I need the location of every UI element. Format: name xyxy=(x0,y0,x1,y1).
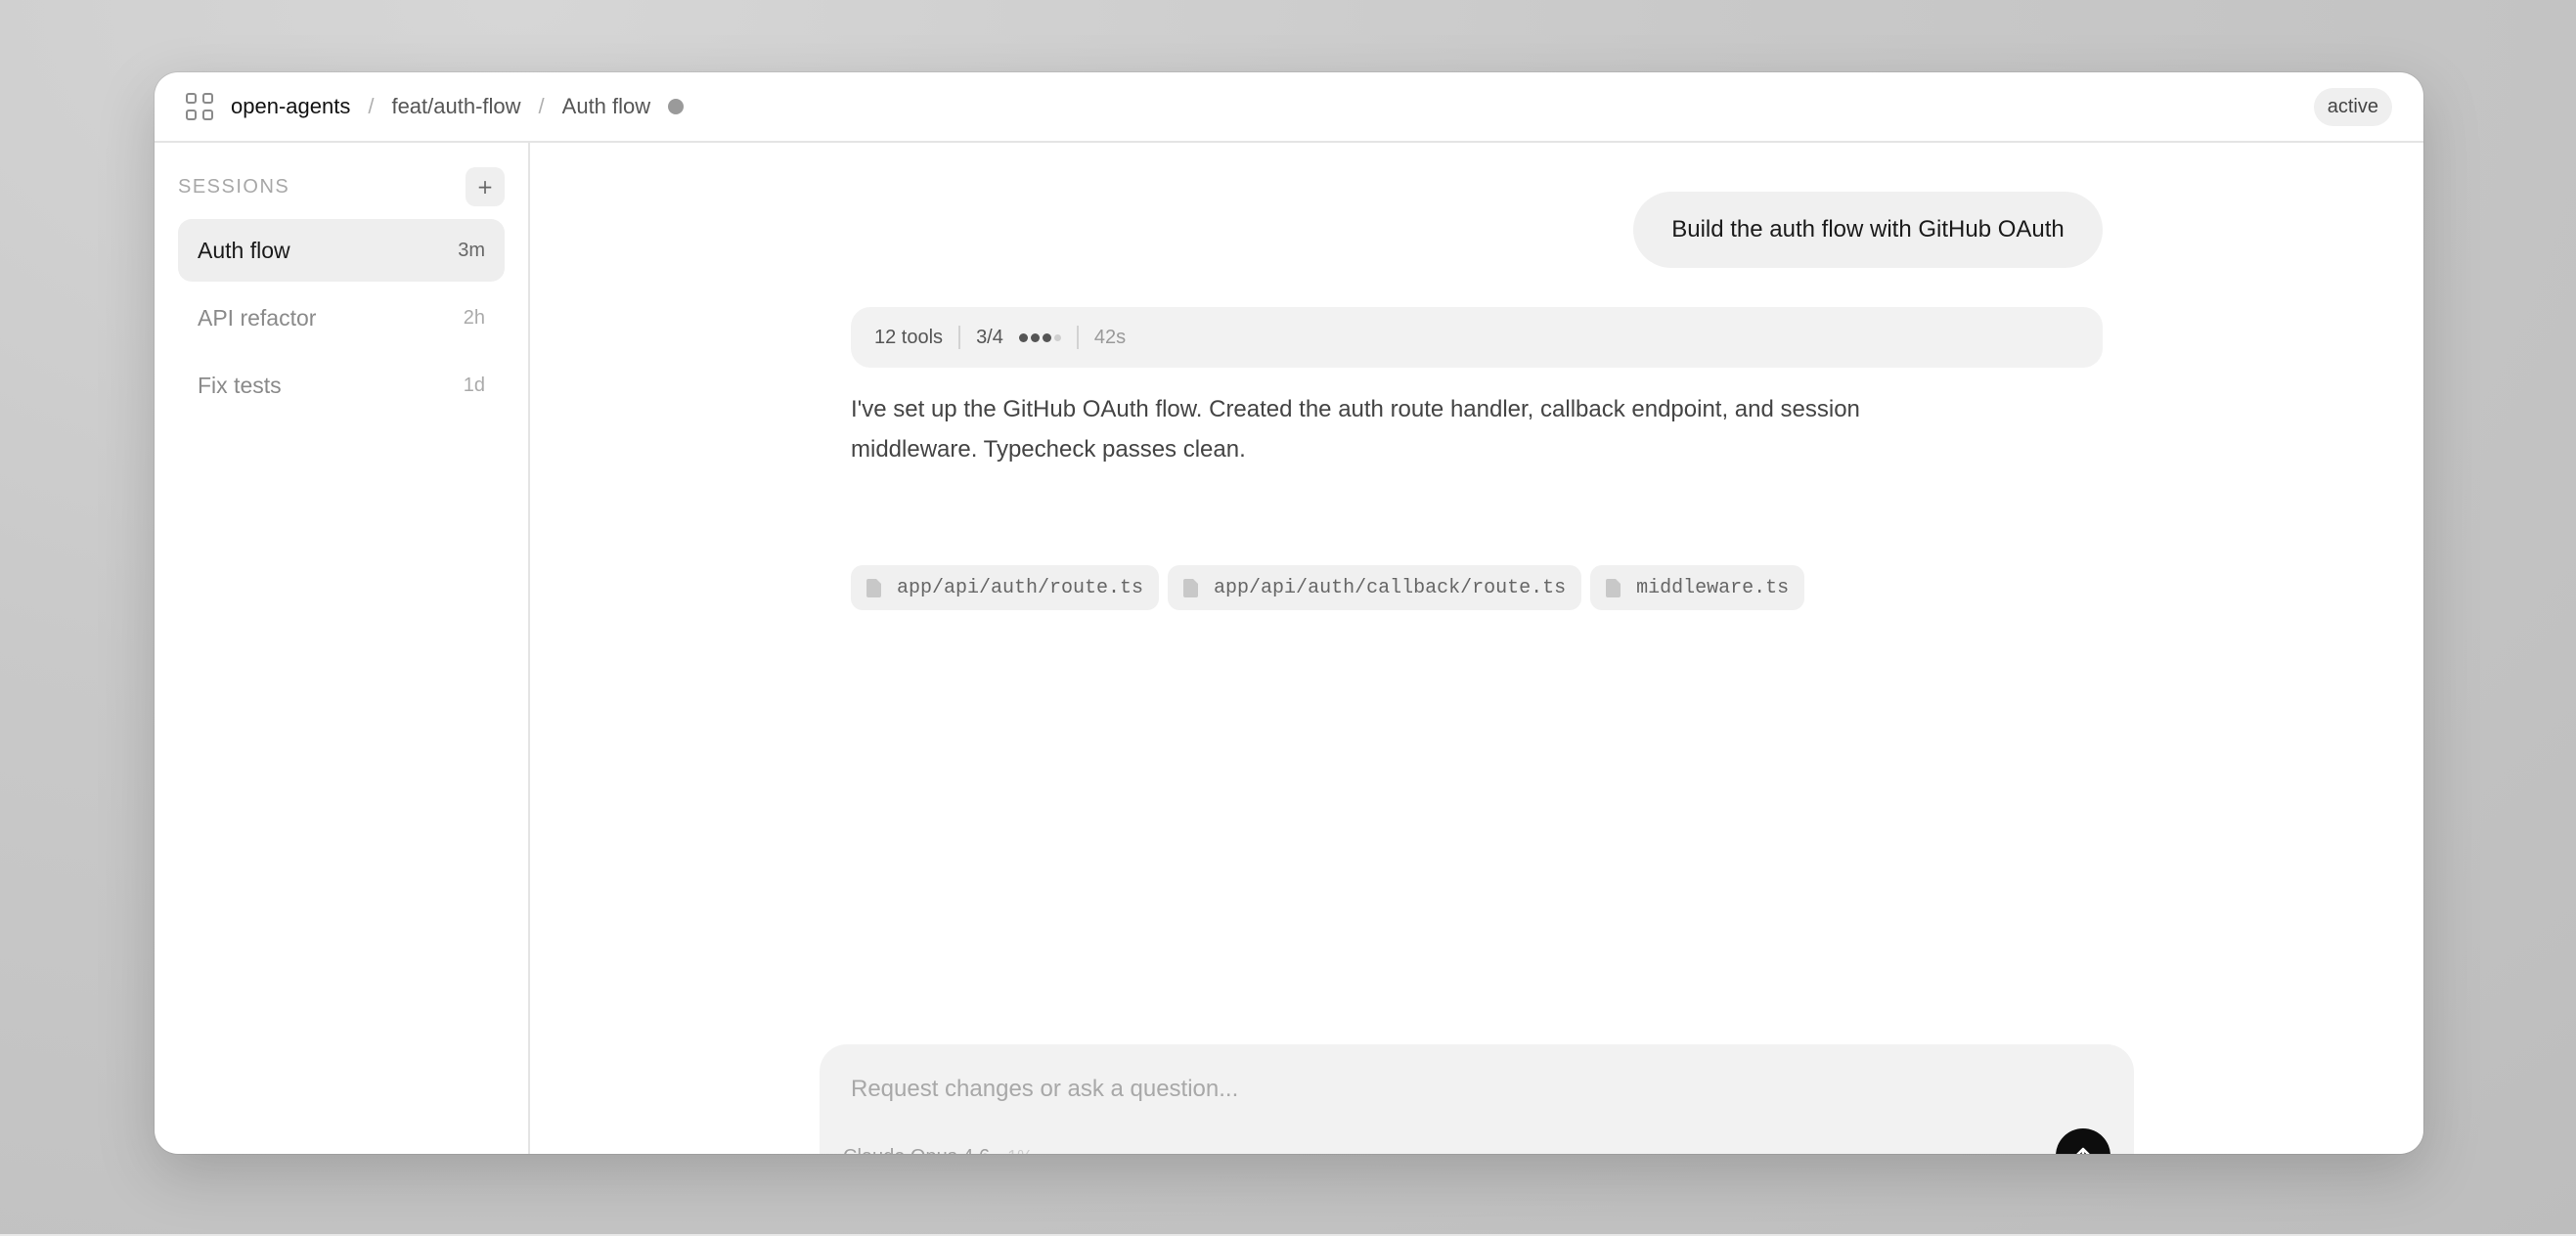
sessions-sidebar: SESSIONS + Auth flow 3m API refactor 2h … xyxy=(155,143,530,1154)
context-usage: 1% xyxy=(1007,1147,1033,1154)
app-window: open-agents / feat/auth-flow / Auth flow… xyxy=(155,72,2423,1154)
file-path: middleware.ts xyxy=(1636,576,1790,599)
session-item-fix-tests[interactable]: Fix tests 1d xyxy=(178,354,505,417)
file-chip[interactable]: app/api/auth/route.ts xyxy=(851,565,1160,610)
divider xyxy=(1076,326,1079,349)
breadcrumb-repo[interactable]: open-agents xyxy=(231,94,350,119)
message-input[interactable] xyxy=(851,1070,2024,1109)
sessions-header: SESSIONS + xyxy=(178,166,505,207)
send-button[interactable] xyxy=(2056,1128,2110,1154)
file-icon xyxy=(1183,578,1199,597)
file-path: app/api/auth/callback/route.ts xyxy=(1214,576,1567,599)
session-time: 3m xyxy=(458,239,485,261)
tool-summary-bar[interactable]: 12 tools 3/4 42s xyxy=(851,307,2103,368)
tool-count: 12 tools xyxy=(874,326,944,348)
file-chip[interactable]: middleware.ts xyxy=(1590,565,1805,610)
breadcrumb-branch[interactable]: feat/auth-flow xyxy=(391,94,520,119)
assistant-message: I've set up the GitHub OAuth flow. Creat… xyxy=(851,396,1860,463)
sessions-title: SESSIONS xyxy=(178,175,290,198)
file-path: app/api/auth/route.ts xyxy=(897,576,1144,599)
step-progress-dots xyxy=(1018,332,1061,342)
breadcrumb-session[interactable]: Auth flow xyxy=(562,94,651,119)
file-icon xyxy=(1606,578,1621,597)
elapsed-time: 42s xyxy=(1093,326,1127,348)
session-item-auth-flow[interactable]: Auth flow 3m xyxy=(178,219,505,282)
top-bar: open-agents / feat/auth-flow / Auth flow… xyxy=(155,72,2423,143)
divider xyxy=(958,326,961,349)
step-dot xyxy=(1053,333,1061,341)
session-time: 1d xyxy=(463,374,485,396)
step-dot xyxy=(1030,332,1040,342)
file-chip[interactable]: app/api/auth/callback/route.ts xyxy=(1168,565,1582,610)
new-session-button[interactable]: + xyxy=(466,167,505,206)
step-dot xyxy=(1018,332,1028,342)
step-progress-label: 3/4 xyxy=(976,326,1003,348)
message-composer: Claude Opus 4.6 1% xyxy=(820,1044,2134,1154)
user-message-bubble: Build the auth flow with GitHub OAuth xyxy=(1633,192,2103,268)
breadcrumb-separator: / xyxy=(368,94,375,118)
model-selector[interactable]: Claude Opus 4.6 xyxy=(843,1146,990,1154)
session-label: API refactor xyxy=(198,304,317,331)
grid-icon[interactable] xyxy=(186,93,213,120)
breadcrumb-separator: / xyxy=(538,94,545,118)
session-time: 2h xyxy=(463,306,485,329)
arrow-up-icon xyxy=(2076,1147,2090,1154)
chat-panel: Build the auth flow with GitHub OAuth 12… xyxy=(532,143,2423,1154)
status-dot-icon xyxy=(668,99,685,114)
session-label: Fix tests xyxy=(198,372,282,398)
file-icon xyxy=(866,578,881,597)
model-info: Claude Opus 4.6 1% xyxy=(843,1146,1033,1154)
step-dot xyxy=(1042,332,1051,342)
session-label: Auth flow xyxy=(198,237,290,263)
status-badge: active xyxy=(2313,87,2392,126)
session-item-api-refactor[interactable]: API refactor 2h xyxy=(178,287,505,349)
changed-files: app/api/auth/route.ts app/api/auth/callb… xyxy=(851,565,1805,610)
